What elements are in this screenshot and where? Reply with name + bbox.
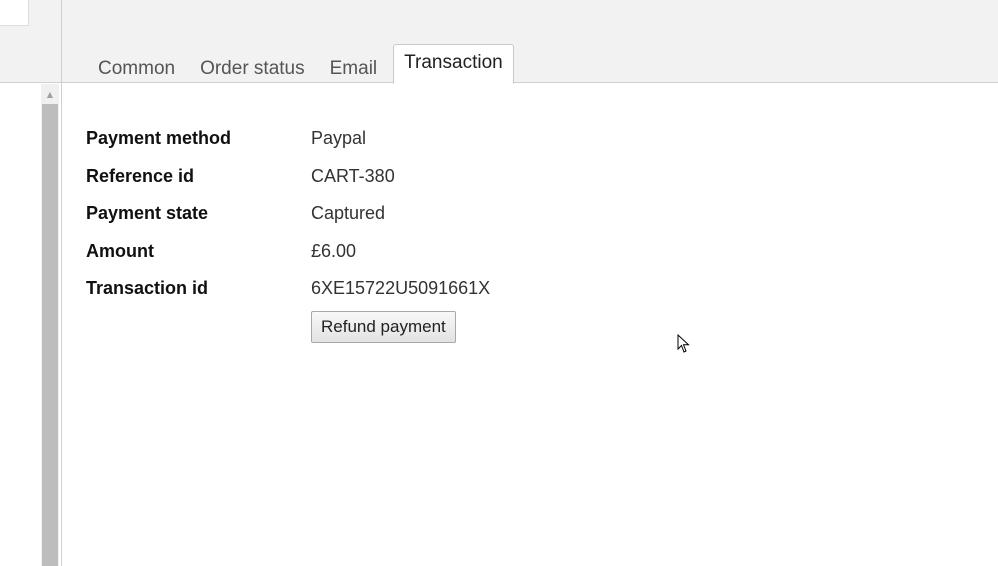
reference-id-value: CART-380 xyxy=(311,165,395,186)
payment-state-label: Payment state xyxy=(86,203,209,224)
detail-row-payment-method: Payment method Paypal xyxy=(86,120,490,158)
mouse-pointer-icon xyxy=(677,334,690,353)
detail-row-reference-id: Reference id CART-380 xyxy=(86,158,490,196)
tab-header: Common Order status Email Transaction xyxy=(62,0,998,84)
detail-row-transaction-id: Transaction id 6XE15722U5091661X xyxy=(86,270,490,308)
amount-label: Amount xyxy=(86,240,154,261)
tab-common[interactable]: Common xyxy=(89,51,184,83)
transaction-id-label: Transaction id xyxy=(86,278,209,299)
refund-payment-button[interactable]: Refund payment xyxy=(311,311,456,343)
tab-order-status[interactable]: Order status xyxy=(191,51,314,83)
tab-transaction[interactable]: Transaction xyxy=(393,44,514,84)
payment-method-label: Payment method xyxy=(86,128,232,149)
refund-button-container: Refund payment xyxy=(311,311,456,343)
left-panel: ▲ xyxy=(0,0,61,566)
payment-method-value: Paypal xyxy=(311,128,367,149)
detail-row-payment-state: Payment state Captured xyxy=(86,195,490,233)
scroll-up-arrow-icon[interactable]: ▲ xyxy=(41,84,59,104)
detail-row-amount: Amount £6.00 xyxy=(86,233,490,271)
panel-divider xyxy=(61,0,62,566)
transaction-id-value: 6XE15722U5091661X xyxy=(311,278,491,299)
scrollbar-thumb[interactable] xyxy=(42,104,58,566)
left-panel-input-box[interactable] xyxy=(0,0,29,26)
tab-bar: Common Order status Email Transaction xyxy=(89,44,521,84)
reference-id-label: Reference id xyxy=(86,165,195,186)
vertical-scrollbar[interactable]: ▲ xyxy=(41,84,59,566)
transaction-details: Payment method Paypal Reference id CART-… xyxy=(86,120,490,308)
payment-state-value: Captured xyxy=(311,203,386,224)
tab-email[interactable]: Email xyxy=(321,51,387,83)
amount-value: £6.00 xyxy=(311,240,357,261)
left-panel-header xyxy=(0,0,61,83)
